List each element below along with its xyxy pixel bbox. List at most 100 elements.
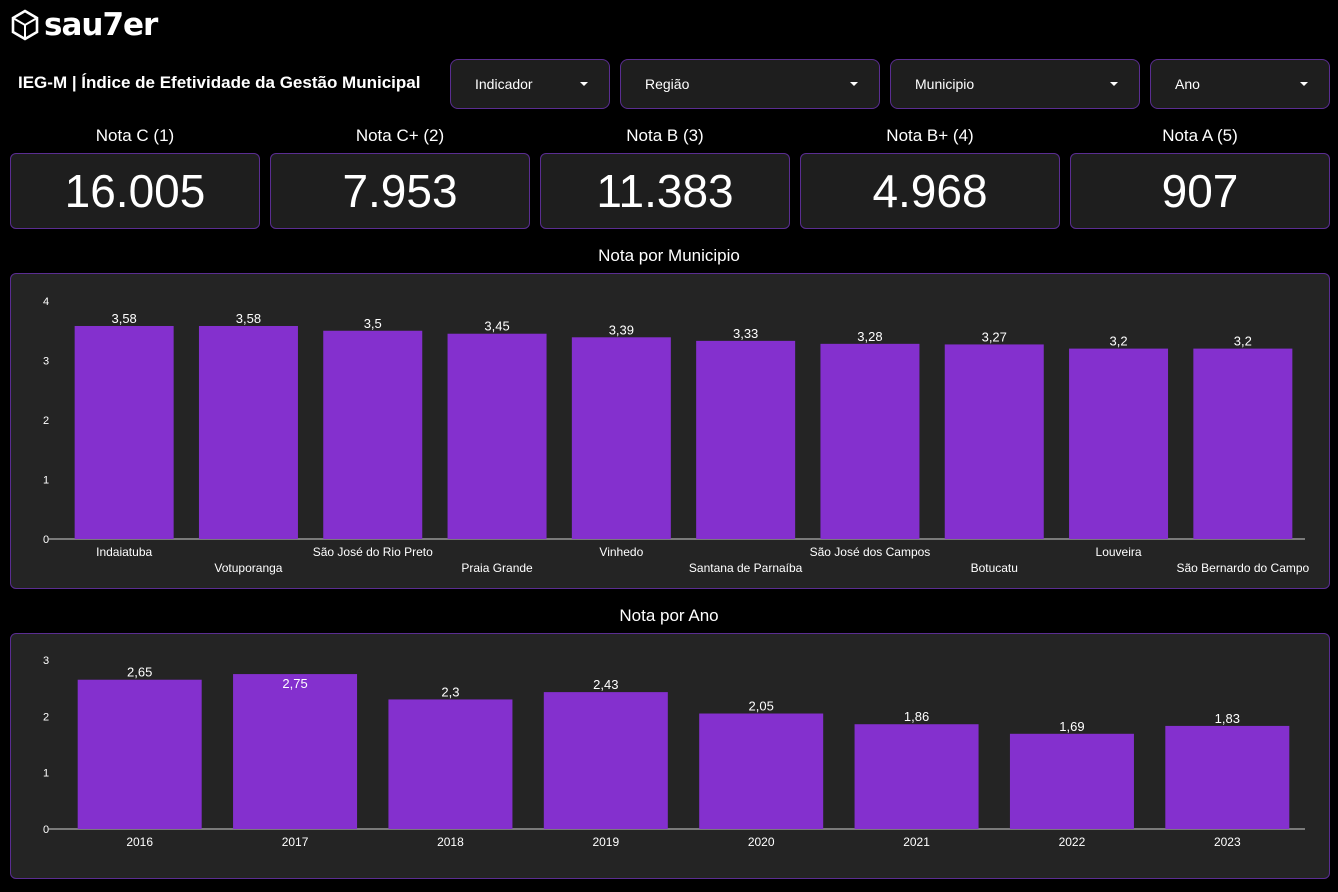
bar[interactable] (1069, 348, 1169, 539)
bar[interactable] (696, 340, 796, 539)
bar-chart-ano: 0 1 2 3 2,65 2016 2,75 2017 2,3 2018 2,43 2019 2,05 2… (43, 655, 1305, 849)
x-tick-label: São José do Rio Preto (313, 545, 433, 559)
kpi-value: 907 (1161, 165, 1239, 217)
kpi-card-nota-b: 11.383 (540, 153, 790, 229)
kpi-value: 7.953 (342, 165, 458, 217)
logo-icon (11, 9, 39, 41)
bar[interactable] (77, 679, 202, 829)
x-tick-label: 2017 (282, 835, 309, 849)
x-tick-label: 2018 (437, 835, 464, 849)
y-tick-label: 3 (43, 655, 49, 667)
filter-label: Região (645, 76, 690, 92)
data-label: 3,58 (236, 311, 261, 326)
data-label: 2,65 (127, 665, 152, 680)
data-label: 3,27 (982, 329, 1007, 344)
bar[interactable] (1009, 733, 1134, 829)
data-label: 2,05 (749, 699, 774, 714)
y-tick-label: 0 (43, 534, 49, 546)
bar[interactable] (323, 330, 423, 539)
data-label: 1,69 (1059, 719, 1084, 734)
chevron-down-icon (580, 82, 588, 86)
filter-ano[interactable]: Ano (1150, 59, 1330, 109)
chart-title-ano: Nota por Ano (619, 606, 719, 625)
chevron-down-icon (1300, 82, 1308, 86)
chart-title-municipio: Nota por Municipio (598, 246, 740, 265)
data-label: 3,28 (857, 329, 882, 344)
brand-logo: sau7er (10, 6, 158, 43)
data-label: 3,2 (1110, 334, 1128, 349)
x-tick-label: Louveira (1096, 545, 1142, 559)
chart-panel-municipio: 0 1 2 3 4 3,58 Indaiatuba 3,58 Votuporanga 3,5 São… (10, 273, 1330, 589)
chevron-down-icon (850, 82, 858, 86)
kpi-card-nota-a: 907 (1070, 153, 1330, 229)
kpi-label-nota-b-plus: Nota B+ (4) (886, 126, 974, 145)
x-tick-label: 2019 (592, 835, 619, 849)
kpi-label-nota-c: Nota C (1) (95, 126, 175, 145)
filter-label: Ano (1175, 76, 1200, 92)
y-tick-label: 2 (43, 415, 49, 427)
bar[interactable] (699, 713, 824, 829)
x-tick-label: Praia Grande (461, 561, 533, 575)
y-tick-label: 1 (43, 475, 49, 487)
bar-chart-municipio: 0 1 2 3 4 3,58 Indaiatuba 3,58 Votuporanga 3,5 São… (43, 296, 1310, 575)
y-tick-label: 2 (43, 711, 49, 723)
bar[interactable] (944, 344, 1044, 539)
x-tick-label: Vinhedo (599, 545, 643, 559)
data-label: 2,43 (593, 677, 618, 692)
bar[interactable] (854, 724, 979, 829)
bar[interactable] (1193, 348, 1293, 539)
x-tick-label: 2021 (903, 835, 930, 849)
filter-municipio[interactable]: Municipio (890, 59, 1140, 109)
kpi-card-nota-c-plus: 7.953 (270, 153, 530, 229)
x-tick-label: 2016 (126, 835, 153, 849)
filter-regiao[interactable]: Região (620, 59, 880, 109)
chevron-down-icon (1110, 82, 1118, 86)
data-label: 3,5 (364, 316, 382, 331)
y-tick-label: 0 (43, 824, 49, 836)
filter-label: Municipio (915, 76, 975, 92)
x-tick-label: São Bernardo do Campo (1176, 561, 1309, 575)
y-tick-label: 1 (43, 768, 49, 780)
bar[interactable] (74, 325, 174, 539)
bar[interactable] (543, 692, 668, 829)
x-tick-label: Votuporanga (214, 561, 282, 575)
kpi-value: 11.383 (596, 165, 734, 217)
bar[interactable] (1165, 725, 1290, 829)
x-tick-label: 2022 (1059, 835, 1086, 849)
data-label: 1,86 (904, 709, 929, 724)
kpi-value: 4.968 (872, 165, 988, 217)
data-label: 2,75 (282, 676, 307, 691)
data-label: 1,83 (1215, 711, 1240, 726)
chart-panel-ano: 0 1 2 3 2,65 2016 2,75 2017 2,3 2018 2,43 2019 2,05 2… (10, 633, 1330, 879)
x-tick-label: 2023 (1214, 835, 1241, 849)
data-label: 2,3 (441, 684, 459, 699)
filter-label: Indicador (475, 76, 533, 92)
data-label: 3,33 (733, 326, 758, 341)
bar[interactable] (820, 343, 920, 539)
bar[interactable] (388, 699, 513, 829)
kpi-label-nota-c-plus: Nota C+ (2) (355, 126, 445, 145)
data-label: 3,58 (111, 311, 136, 326)
kpi-value: 16.005 (64, 165, 206, 217)
logo-text: sau7er (44, 6, 158, 43)
filter-indicador[interactable]: Indicador (450, 59, 610, 109)
kpi-label-nota-a: Nota A (5) (1162, 126, 1238, 145)
y-tick-label: 4 (43, 296, 49, 308)
bar[interactable] (198, 325, 298, 539)
data-label: 3,39 (609, 322, 634, 337)
kpi-label-nota-b: Nota B (3) (626, 126, 704, 145)
page-title: IEG-M | Índice de Efetividade da Gestão … (18, 73, 421, 92)
kpi-card-nota-b-plus: 4.968 (800, 153, 1060, 229)
x-tick-label: Botucatu (971, 561, 1018, 575)
bar[interactable] (571, 337, 671, 539)
bar[interactable] (447, 333, 547, 539)
bar[interactable] (233, 674, 358, 829)
x-tick-label: Santana de Parnaíba (689, 561, 803, 575)
y-tick-label: 3 (43, 356, 49, 368)
kpi-card-nota-c: 16.005 (10, 153, 260, 229)
x-tick-label: São José dos Campos (810, 545, 931, 559)
x-tick-label: 2020 (748, 835, 775, 849)
data-label: 3,45 (484, 319, 509, 334)
x-tick-label: Indaiatuba (96, 545, 152, 559)
data-label: 3,2 (1234, 334, 1252, 349)
